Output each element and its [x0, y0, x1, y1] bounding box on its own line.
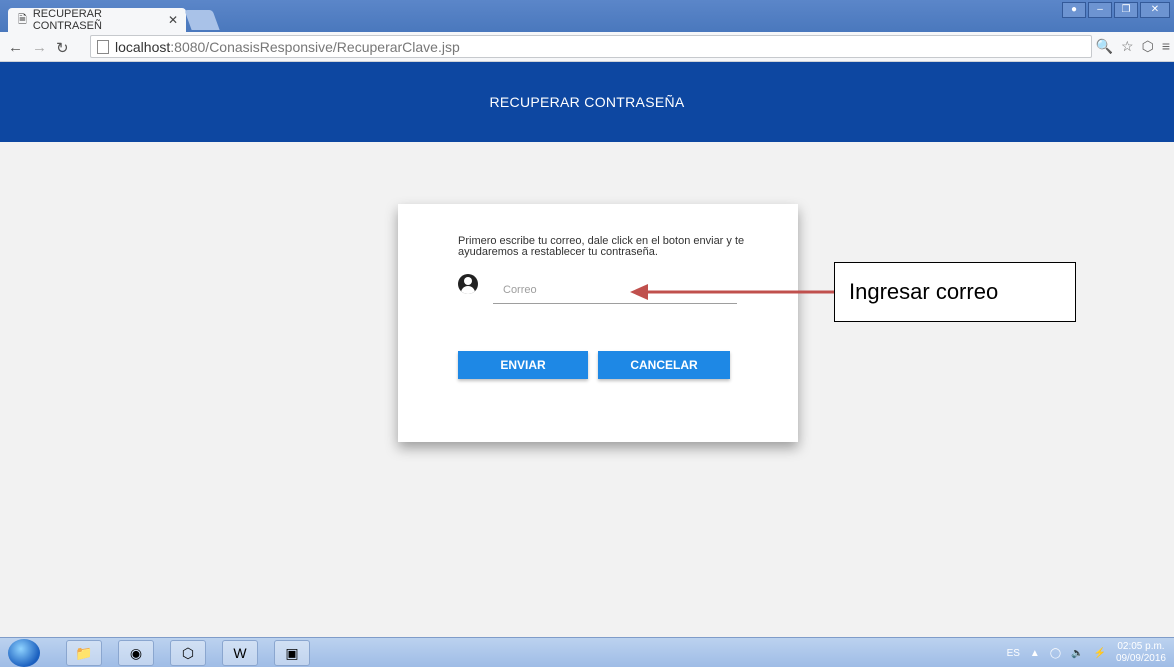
zoom-icon[interactable]: 🔍 — [1096, 38, 1113, 55]
recover-password-card: Primero escribe tu correo, dale click en… — [398, 204, 798, 442]
page-title: RECUPERAR CONTRASEÑA — [489, 94, 685, 110]
maximize-icon[interactable]: ❐ — [1114, 2, 1138, 18]
page-icon — [97, 39, 109, 54]
network-icon[interactable]: ◯ — [1050, 648, 1061, 659]
url-path: :8080/ConasisResponsive/RecuperarClave.j… — [170, 38, 460, 55]
minimize-icon[interactable]: – — [1088, 2, 1112, 18]
toolbar-actions: 🔍 ☆ ⬡ ≡ — [1096, 38, 1170, 55]
browser-titlebar: 🗎 RECUPERAR CONTRASEÑ ✕ ● – ❐ ✕ — [0, 0, 1174, 32]
tab-title: RECUPERAR CONTRASEÑ — [32, 8, 102, 32]
close-tab-icon[interactable]: ✕ — [168, 13, 178, 27]
star-icon[interactable]: ☆ — [1121, 38, 1134, 55]
address-bar[interactable]: localhost:8080/ConasisResponsive/Recuper… — [90, 35, 1092, 58]
show-hidden-icons-icon[interactable]: ▲ — [1030, 648, 1040, 659]
forward-icon[interactable]: → — [32, 39, 47, 56]
close-window-icon[interactable]: ✕ — [1140, 2, 1170, 18]
chrome-icon[interactable]: ◉ — [118, 640, 154, 666]
submit-button[interactable]: ENVIAR — [458, 351, 588, 379]
volume-icon[interactable]: 🔈 — [1071, 648, 1083, 659]
os-taskbar: 📁 ◉ ⬡ W ▣ ES ▲ ◯ 🔈 ⚡ 02:05 p.m. 09/09/20… — [0, 637, 1174, 667]
virtualbox-icon[interactable]: ⬡ — [170, 640, 206, 666]
instructions-text: Primero escribe tu correo, dale click en… — [458, 235, 745, 258]
word-icon[interactable]: W — [222, 640, 258, 666]
start-button[interactable] — [8, 639, 40, 667]
menu-icon[interactable]: ≡ — [1162, 38, 1170, 55]
user-icon[interactable]: ● — [1062, 2, 1086, 18]
system-tray: ES ▲ ◯ 🔈 ⚡ 02:05 p.m. 09/09/2016 — [1007, 641, 1166, 665]
clock[interactable]: 02:05 p.m. 09/09/2016 — [1116, 641, 1166, 665]
app-header: RECUPERAR CONTRASEÑA — [0, 62, 1174, 142]
mysql-icon[interactable]: ▣ — [274, 640, 310, 666]
callout-text: Ingresar correo — [849, 279, 999, 304]
window-controls: ● – ❐ ✕ — [1062, 2, 1170, 18]
language-indicator[interactable]: ES — [1007, 648, 1020, 659]
browser-tab[interactable]: 🗎 RECUPERAR CONTRASEÑ ✕ — [8, 8, 186, 32]
page-icon: 🗎 — [18, 13, 27, 26]
url-host: localhost — [115, 38, 171, 55]
annotation-arrow — [630, 284, 836, 300]
reload-icon[interactable]: ↻ — [56, 39, 69, 57]
clock-time: 02:05 p.m. — [1117, 641, 1165, 652]
browser-toolbar: ← → ↻ localhost:8080/ConasisResponsive/R… — [0, 32, 1174, 62]
back-icon[interactable]: ← — [8, 39, 23, 56]
explorer-icon[interactable]: 📁 — [66, 640, 102, 666]
account-circle-icon — [458, 274, 478, 294]
annotation-callout: Ingresar correo — [834, 262, 1076, 322]
power-icon[interactable]: ⚡ — [1093, 648, 1105, 659]
clock-date: 09/09/2016 — [1115, 653, 1166, 664]
extension-icon[interactable]: ⬡ — [1142, 38, 1154, 55]
new-tab-button[interactable] — [184, 10, 220, 30]
cancel-button[interactable]: CANCELAR — [598, 351, 730, 379]
